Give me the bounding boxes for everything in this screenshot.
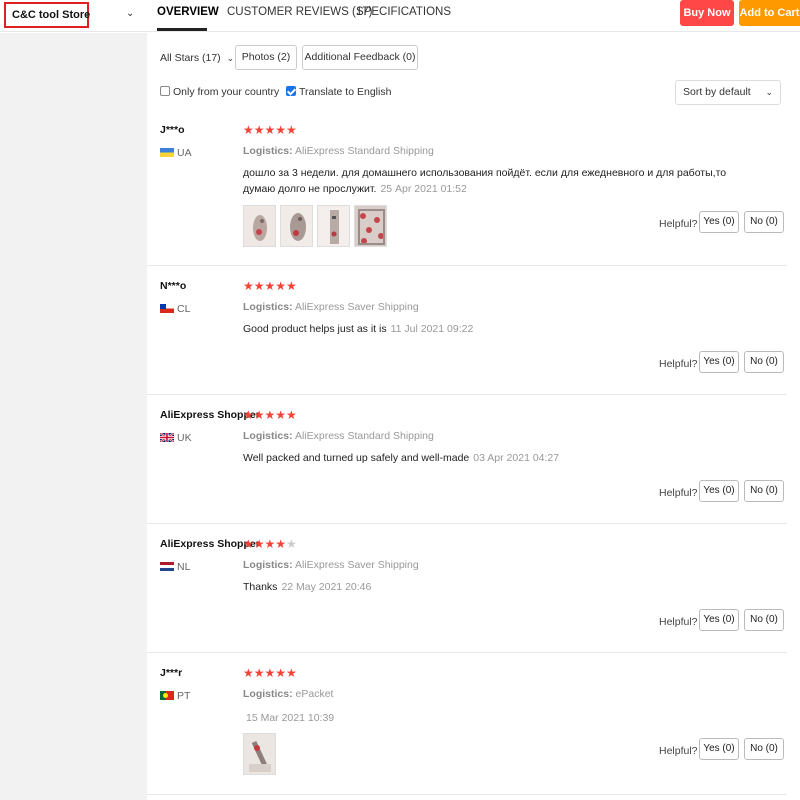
- helpful-no-button[interactable]: No (0): [744, 609, 784, 631]
- review-date: 25 Apr 2021 01:52: [380, 183, 467, 195]
- helpful-label: Helpful?: [659, 218, 698, 230]
- translate-label: Translate to English: [299, 86, 392, 98]
- review-photo[interactable]: [280, 205, 313, 247]
- review-item: J***r PT ★★★★★ Logistics: ePacket 15 Mar…: [147, 653, 787, 795]
- only-country-checkbox[interactable]: [160, 86, 170, 96]
- buy-now-button[interactable]: Buy Now: [680, 0, 734, 26]
- chevron-down-icon: ⌄: [765, 87, 773, 97]
- review-date: 22 May 2021 20:46: [281, 581, 372, 593]
- add-to-cart-button[interactable]: Add to Cart: [739, 0, 800, 26]
- logistics-info: Logistics: ePacket: [243, 688, 334, 700]
- flag-uk-icon: [160, 433, 174, 442]
- helpful-label: Helpful?: [659, 745, 698, 757]
- translate-checkbox-row[interactable]: Translate to English: [286, 86, 391, 98]
- logistics-info: Logistics: AliExpress Saver Shipping: [243, 559, 419, 571]
- flag-pt-icon: [160, 691, 174, 700]
- reviewer-name: N***o: [160, 280, 187, 292]
- review-date: 15 Mar 2021 10:39: [246, 712, 335, 724]
- review-item: AliExpress Shopper NL ★★★★★ Logistics: A…: [147, 524, 787, 653]
- flag-ua-icon: [160, 148, 174, 157]
- helpful-yes-button[interactable]: Yes (0): [699, 480, 739, 502]
- review-photo[interactable]: [354, 205, 387, 247]
- additional-feedback-button[interactable]: Additional Feedback (0): [302, 45, 418, 70]
- reviewer-name: J***r: [160, 667, 183, 679]
- helpful-yes-button[interactable]: Yes (0): [699, 609, 739, 631]
- review-date: 11 Jul 2021 09:22: [390, 323, 474, 335]
- sort-value: Sort by default: [683, 86, 751, 98]
- star-rating: ★★★★★: [243, 666, 297, 680]
- flag-nl-icon: [160, 562, 174, 571]
- helpful-no-button[interactable]: No (0): [744, 211, 784, 233]
- reviewer-country: PT: [160, 690, 190, 702]
- star-rating: ★★★★★: [243, 123, 297, 137]
- top-bar: C&C tool Store ⌄ OVERVIEW CUSTOMER REVIE…: [0, 0, 800, 32]
- tab-overview[interactable]: OVERVIEW: [157, 6, 219, 18]
- helpful-label: Helpful?: [659, 616, 698, 628]
- review-text: дошло за 3 недели. для домашнего использ…: [243, 167, 727, 195]
- review-text: 15 Mar 2021 10:39: [246, 710, 736, 726]
- chevron-down-icon[interactable]: ⌄: [126, 8, 134, 19]
- helpful-label: Helpful?: [659, 358, 698, 370]
- reviewer-country: NL: [160, 561, 190, 573]
- translate-checkbox[interactable]: [286, 86, 296, 96]
- helpful-label: Helpful?: [659, 487, 698, 499]
- reviewer-country: UK: [160, 432, 192, 444]
- chevron-down-icon: ⌄: [226, 53, 235, 63]
- logistics-info: Logistics: AliExpress Standard Shipping: [243, 145, 434, 157]
- helpful-no-button[interactable]: No (0): [744, 351, 784, 373]
- reviewer-country: CL: [160, 303, 190, 315]
- helpful-no-button[interactable]: No (0): [744, 738, 784, 760]
- logistics-info: Logistics: AliExpress Saver Shipping: [243, 301, 419, 313]
- helpful-yes-button[interactable]: Yes (0): [699, 211, 739, 233]
- sort-select[interactable]: Sort by default ⌄: [675, 80, 781, 105]
- reviewer-country: UA: [160, 147, 192, 159]
- store-name-link[interactable]: C&C tool Store: [4, 2, 90, 28]
- only-country-label: Only from your country: [173, 86, 280, 98]
- review-text: Well packed and turned up safely and wel…: [243, 452, 560, 464]
- tab-customer-reviews[interactable]: CUSTOMER REVIEWS (17): [227, 6, 372, 18]
- photos-filter-button[interactable]: Photos (2): [235, 45, 297, 70]
- review-item: AliExpress Shopper UK ★★★★★ Logistics: A…: [147, 395, 787, 524]
- star-rating: ★★★★★: [243, 537, 297, 551]
- helpful-yes-button[interactable]: Yes (0): [699, 351, 739, 373]
- only-country-checkbox-row[interactable]: Only from your country: [160, 86, 279, 98]
- review-text: Good product helps just as it is 11 Jul 2…: [243, 323, 474, 335]
- flag-cl-icon: [160, 304, 174, 313]
- review-photo[interactable]: [243, 733, 276, 775]
- review-photo[interactable]: [317, 205, 350, 247]
- star-filter-label: All Stars (17): [160, 52, 221, 64]
- tab-specifications[interactable]: SPECIFICATIONS: [356, 6, 451, 18]
- review-photo[interactable]: [243, 205, 276, 247]
- helpful-no-button[interactable]: No (0): [744, 480, 784, 502]
- review-date: 03 Apr 2021 04:27: [473, 452, 560, 464]
- reviewer-name: J***o: [160, 124, 185, 136]
- star-filter-dropdown[interactable]: All Stars (17) ⌄: [160, 52, 234, 64]
- star-rating: ★★★★★: [243, 279, 297, 293]
- helpful-yes-button[interactable]: Yes (0): [699, 738, 739, 760]
- logistics-info: Logistics: AliExpress Standard Shipping: [243, 430, 434, 442]
- review-item: J***o UA ★★★★★ Logistics: AliExpress Sta…: [147, 110, 787, 266]
- review-item: N***o CL ★★★★★ Logistics: AliExpress Sav…: [147, 266, 787, 395]
- active-tab-indicator: [157, 28, 207, 31]
- review-text: Thanks 22 May 2021 20:46: [243, 581, 372, 593]
- left-panel: [0, 33, 147, 800]
- star-rating: ★★★★★: [243, 408, 297, 422]
